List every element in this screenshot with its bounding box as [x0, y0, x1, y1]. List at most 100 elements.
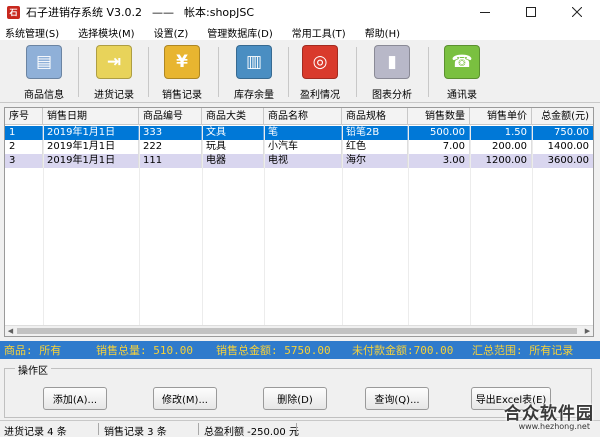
add-button[interactable]: 添加(A)...: [43, 387, 107, 410]
menu-module[interactable]: 选择模块(M): [73, 25, 139, 40]
menu-help[interactable]: 帮助(H): [360, 25, 405, 40]
table-row[interactable]: 2 2019年1月1日 222 玩具 小汽车 红色 7.00 200.00 1400.00: [5, 140, 593, 154]
tool-label: 销售记录: [162, 90, 202, 101]
status-divider: [296, 423, 297, 435]
column-header-category[interactable]: 商品大类: [202, 108, 264, 125]
cell-spec: 海尔: [342, 154, 408, 168]
cell-unit-price: 1200.00: [470, 154, 532, 168]
column-header-sale-date[interactable]: 销售日期: [43, 108, 139, 125]
cell-spec: 铅笔2B: [342, 126, 408, 140]
tool-purchase-record[interactable]: ⇥ 进货记录: [84, 43, 144, 101]
column-header-spec[interactable]: 商品规格: [342, 108, 408, 125]
grid-column-line: [139, 125, 140, 325]
watermark-url: www.hezhong.net: [518, 422, 590, 431]
edit-button[interactable]: 修改(M)...: [153, 387, 217, 410]
inventory-icon: ▥: [236, 45, 272, 79]
horizontal-scrollbar[interactable]: ◀ ▶: [5, 325, 593, 336]
toolbar-divider: [218, 47, 219, 97]
cell-index: 1: [5, 126, 43, 140]
query-button[interactable]: 查询(Q)...: [365, 387, 429, 410]
minimize-icon[interactable]: [462, 0, 508, 24]
tool-label: 图表分析: [372, 90, 412, 101]
title-separator: ——: [152, 5, 175, 19]
product-info-icon: ▤: [26, 45, 62, 79]
cell-quantity: 7.00: [408, 140, 470, 154]
column-header-product-code[interactable]: 商品编号: [139, 108, 202, 125]
tool-chart-analysis[interactable]: ▮ 图表分析: [362, 43, 422, 101]
column-header-total[interactable]: 总金额(元): [532, 108, 593, 125]
profit-icon: ◎: [302, 45, 338, 79]
summary-bar: 商品: 所有 销售总量: 510.00 销售总金额: 5750.00 未付款金额…: [0, 341, 600, 359]
tool-label: 库存余量: [234, 90, 274, 101]
menu-settings[interactable]: 设置(Z): [149, 25, 194, 40]
grid-header: 序号 销售日期 商品编号 商品大类 商品名称 商品规格 销售数量 销售单价 总金…: [5, 108, 593, 125]
tool-product-info[interactable]: ▤ 商品信息: [14, 43, 74, 101]
cell-product-name: 小汽车: [264, 140, 342, 154]
app-icon: 石: [7, 5, 20, 19]
summary-total-quantity: 销售总量: 510.00: [96, 344, 193, 357]
cell-sale-date: 2019年1月1日: [43, 126, 139, 140]
summary-range: 汇总范围: 所有记录: [472, 344, 574, 357]
tool-sales-record[interactable]: ¥ 销售记录: [152, 43, 212, 101]
toolbar-divider: [356, 47, 357, 97]
scroll-right-icon[interactable]: ▶: [582, 326, 593, 336]
status-sales-count: 销售记录 3 条: [104, 427, 167, 437]
menu-system[interactable]: 系统管理(S): [0, 25, 64, 40]
tool-address-book[interactable]: ☎ 通讯录: [432, 43, 492, 101]
cell-total: 3600.00: [532, 154, 593, 168]
tool-label: 商品信息: [24, 90, 64, 101]
table-row[interactable]: 1 2019年1月1日 333 文具笔铅笔2B 500.00 1.50 750.00: [5, 126, 593, 140]
status-divider: [98, 423, 99, 435]
scroll-left-icon[interactable]: ◀: [5, 326, 16, 336]
grid-column-line: [532, 125, 533, 325]
window-title: 石子进销存系统 V3.0.2: [26, 6, 143, 19]
sales-record-icon: ¥: [164, 45, 200, 79]
sales-grid[interactable]: 序号 销售日期 商品编号 商品大类 商品名称 商品规格 销售数量 销售单价 总金…: [4, 107, 594, 337]
toolbar-divider: [428, 47, 429, 97]
column-header-quantity[interactable]: 销售数量: [408, 108, 470, 125]
toolbar: ▤ 商品信息 ⇥ 进货记录 ¥ 销售记录 ▥ 库存余量 ◎ 盈利情况 ▮ 图表分…: [0, 41, 600, 103]
cell-unit-price: 200.00: [470, 140, 532, 154]
purchase-record-icon: ⇥: [96, 45, 132, 79]
tool-label: 盈利情况: [300, 90, 340, 101]
cell-sale-date: 2019年1月1日: [43, 154, 139, 168]
status-purchase-count: 进货记录 4 条: [4, 427, 67, 437]
scroll-thumb[interactable]: [17, 328, 577, 334]
menu-database[interactable]: 管理数据库(D): [202, 25, 278, 40]
grid-column-line: [43, 125, 44, 325]
table-row[interactable]: 3 2019年1月1日 111 电器 电视 海尔 3.00 1200.00 3600.00: [5, 154, 593, 168]
delete-button[interactable]: 删除(D): [263, 387, 327, 410]
cell-quantity: 3.00: [408, 154, 470, 168]
toolbar-divider: [288, 47, 289, 97]
grid-column-line: [408, 125, 409, 325]
cell-product-name: 笔: [264, 126, 342, 140]
status-divider: [198, 423, 199, 435]
cell-index: 3: [5, 154, 43, 168]
tool-label: 通讯录: [447, 90, 477, 101]
cell-unit-price: 1.50: [470, 126, 532, 140]
cell-product-name: 电视: [264, 154, 342, 168]
cell-quantity: 500.00: [408, 126, 470, 140]
address-book-icon: ☎: [444, 45, 480, 79]
cell-total: 1400.00: [532, 140, 593, 154]
column-header-index[interactable]: 序号: [5, 108, 43, 125]
cell-product-code: 111: [139, 154, 202, 168]
close-icon[interactable]: [554, 0, 600, 24]
watermark-text: 合众软件园: [504, 404, 594, 424]
grid-column-line: [342, 125, 343, 325]
tool-profit[interactable]: ◎ 盈利情况: [290, 43, 350, 101]
menu-tools[interactable]: 常用工具(T): [287, 25, 351, 40]
column-header-product-name[interactable]: 商品名称: [264, 108, 342, 125]
account-name: 帐本:shopJSC: [184, 6, 255, 19]
cell-sale-date: 2019年1月1日: [43, 140, 139, 154]
column-header-unit-price[interactable]: 销售单价: [470, 108, 532, 125]
maximize-icon[interactable]: [508, 0, 554, 24]
cell-spec: 红色: [342, 140, 408, 154]
summary-product: 商品: 所有: [4, 344, 62, 357]
grid-column-line: [202, 125, 203, 325]
tool-label: 进货记录: [94, 90, 134, 101]
tool-inventory[interactable]: ▥ 库存余量: [224, 43, 284, 101]
watermark: 合众软件园 www.hezhong.net: [454, 399, 594, 435]
title-bar: 石 石子进销存系统 V3.0.2 —— 帐本:shopJSC: [0, 0, 600, 24]
cell-category: 文具: [202, 126, 264, 140]
